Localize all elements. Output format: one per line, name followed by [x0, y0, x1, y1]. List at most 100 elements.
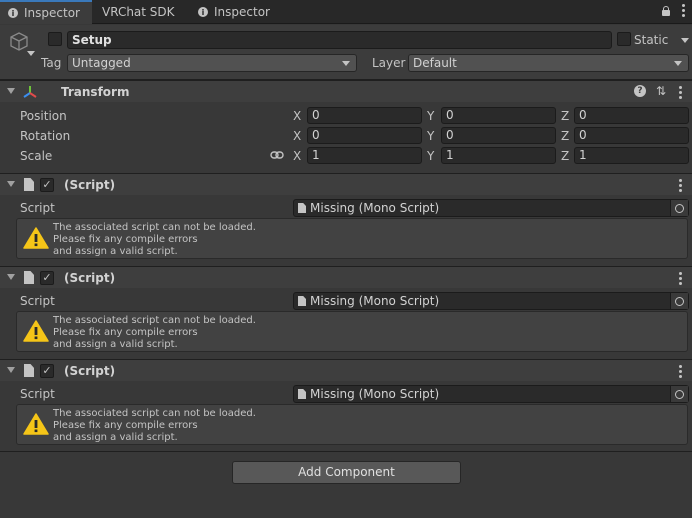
rotation-z-input[interactable]: 0: [574, 127, 689, 144]
foldout-arrow-icon[interactable]: [7, 181, 15, 187]
foldout-arrow-icon[interactable]: [7, 274, 15, 280]
more-options-icon[interactable]: [680, 4, 686, 17]
script-component-header[interactable]: ✓ (Script): [0, 266, 692, 288]
axis-x-label: X: [293, 109, 302, 123]
script-object-field[interactable]: Missing (Mono Script): [293, 199, 689, 217]
layer-dropdown[interactable]: Default: [408, 54, 689, 72]
transform-axes-icon: [23, 86, 37, 98]
script-title: (Script): [64, 364, 116, 378]
axis-z-label: Z: [561, 129, 570, 143]
object-picker-icon[interactable]: [670, 200, 688, 216]
transform-title: Transform: [61, 85, 130, 99]
object-picker-icon[interactable]: [670, 293, 688, 309]
preset-icon[interactable]: ⇅: [656, 84, 666, 98]
scale-z-input[interactable]: 1: [574, 147, 689, 164]
warning-line: and assign a valid script.: [53, 339, 178, 350]
axis-x-label: X: [293, 149, 302, 163]
lock-icon[interactable]: [662, 5, 670, 16]
script-file-icon: [24, 178, 34, 191]
rotation-x-input[interactable]: 0: [307, 127, 422, 144]
enabled-checkbox[interactable]: ✓: [40, 271, 54, 285]
script-file-icon: [24, 271, 34, 284]
component-menu-icon[interactable]: [677, 86, 683, 99]
tab-vrchat-sdk[interactable]: VRChat SDK: [94, 0, 186, 24]
scale-x-input[interactable]: 1: [307, 147, 422, 164]
gameobject-name-input[interactable]: Setup: [67, 31, 612, 49]
add-component-button[interactable]: Add Component: [232, 461, 461, 484]
position-z-input[interactable]: 0: [574, 107, 689, 124]
script-object-field[interactable]: Missing (Mono Script): [293, 385, 689, 403]
foldout-arrow-icon[interactable]: [7, 88, 15, 94]
script-file-icon: [24, 364, 34, 377]
scale-label: Scale: [20, 149, 53, 163]
foldout-arrow-icon[interactable]: [7, 367, 15, 373]
icon-dropdown-arrow-icon[interactable]: [27, 51, 35, 56]
script-title: (Script): [64, 178, 116, 192]
warning-line: and assign a valid script.: [53, 246, 178, 257]
warning-text: The associated script can not be loaded.…: [53, 315, 256, 351]
component-menu-icon[interactable]: [677, 272, 683, 285]
gameobject-cube-icon[interactable]: [8, 31, 30, 53]
help-icon[interactable]: ?: [634, 85, 646, 97]
position-y-input[interactable]: 0: [441, 107, 556, 124]
component-menu-icon[interactable]: [677, 365, 683, 378]
script-component-header[interactable]: ✓ (Script): [0, 359, 692, 381]
component-menu-icon[interactable]: [677, 179, 683, 192]
warning-text: The associated script can not be loaded.…: [53, 408, 256, 444]
warning-helpbox: The associated script can not be loaded.…: [16, 311, 688, 352]
script-field-label: Script: [20, 387, 55, 401]
enabled-checkbox[interactable]: ✓: [40, 178, 54, 192]
tab-bar: i Inspector VRChat SDK i Inspector: [0, 0, 692, 24]
warning-icon: [23, 320, 49, 342]
script-object-field[interactable]: Missing (Mono Script): [293, 292, 689, 310]
warning-line: Please fix any compile errors: [53, 234, 198, 245]
tab-label: Inspector: [214, 5, 270, 19]
tag-dropdown[interactable]: Untagged: [67, 54, 357, 72]
tab-inspector-2[interactable]: i Inspector: [190, 0, 282, 24]
script-field-label: Script: [20, 294, 55, 308]
static-checkbox[interactable]: [617, 32, 631, 46]
script-field-value: Missing (Mono Script): [310, 387, 440, 401]
script-title: (Script): [64, 271, 116, 285]
tab-bar-controls: [662, 4, 686, 17]
static-dropdown[interactable]: [680, 32, 690, 50]
chevron-down-icon: [674, 61, 682, 66]
axis-z-label: Z: [561, 149, 570, 163]
warning-line: and assign a valid script.: [53, 432, 178, 443]
divider: [0, 451, 692, 452]
axis-x-label: X: [293, 129, 302, 143]
layer-label: Layer: [372, 56, 406, 70]
warning-icon: [23, 227, 49, 249]
position-label: Position: [20, 109, 67, 123]
position-x-input[interactable]: 0: [307, 107, 422, 124]
transform-component-header[interactable]: Transform ? ⇅: [0, 80, 692, 102]
rotation-label: Rotation: [20, 129, 71, 143]
script-field-value: Missing (Mono Script): [310, 201, 440, 215]
script-field-value: Missing (Mono Script): [310, 294, 440, 308]
chevron-down-icon: [342, 61, 350, 66]
scale-y-input[interactable]: 1: [441, 147, 556, 164]
warning-helpbox: The associated script can not be loaded.…: [16, 218, 688, 259]
script-component-header[interactable]: ✓ (Script): [0, 173, 692, 195]
rotation-y-input[interactable]: 0: [441, 127, 556, 144]
link-icon[interactable]: [270, 150, 284, 160]
layer-value: Default: [413, 56, 457, 70]
enabled-checkbox[interactable]: ✓: [40, 364, 54, 378]
axis-y-label: Y: [427, 109, 435, 123]
axis-z-label: Z: [561, 109, 570, 123]
gameobject-header: Setup Static Tag Untagged Layer Default: [0, 25, 692, 80]
warning-text: The associated script can not be loaded.…: [53, 222, 256, 258]
script-file-icon: [298, 296, 306, 306]
tag-value: Untagged: [72, 56, 131, 70]
warning-line: Please fix any compile errors: [53, 327, 198, 338]
info-icon: i: [198, 7, 208, 17]
script-file-icon: [298, 389, 306, 399]
warning-icon: [23, 413, 49, 435]
warning-line: The associated script can not be loaded.: [53, 315, 256, 326]
object-picker-icon[interactable]: [670, 386, 688, 402]
info-icon: i: [8, 8, 18, 18]
active-checkbox[interactable]: [48, 32, 62, 46]
axis-y-label: Y: [427, 149, 435, 163]
tab-inspector[interactable]: i Inspector: [0, 0, 92, 24]
script-field-label: Script: [20, 201, 55, 215]
